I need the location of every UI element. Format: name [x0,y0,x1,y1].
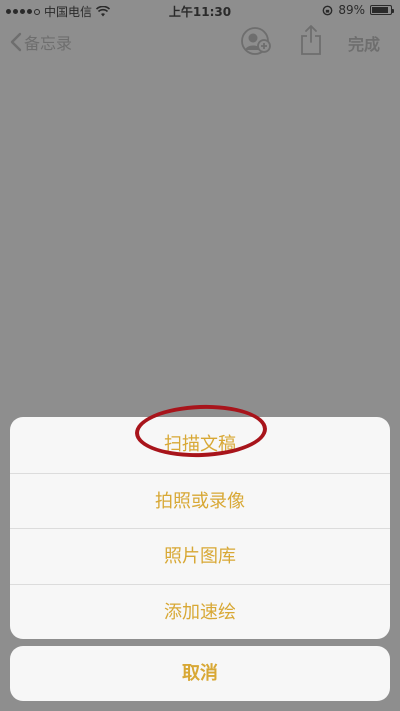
done-button[interactable]: 完成 [348,31,380,55]
photo-library-button[interactable]: 照片图库 [10,528,390,584]
add-sketch-button[interactable]: 添加速绘 [10,583,390,640]
back-button[interactable]: 备忘录 [10,30,72,54]
action-sheet: 扫描文稿 拍照或录像 照片图库 添加速绘 [10,417,390,639]
add-person-icon[interactable] [240,26,274,56]
status-right: 89% [322,3,394,17]
cancel-button[interactable]: 取消 [10,646,390,701]
scan-documents-button[interactable]: 扫描文稿 [10,417,390,473]
chevron-left-icon [10,32,22,52]
navigation-bar: 备忘录 完成 [0,20,400,64]
back-label: 备忘录 [24,34,73,53]
take-photo-or-video-button[interactable]: 拍照或录像 [10,472,390,529]
status-bar: 中国电信 上午11:30 89% [0,0,400,20]
share-icon[interactable] [300,24,322,56]
battery-fill [372,7,389,13]
battery-icon [370,5,394,15]
battery-percent: 89% [338,3,365,17]
rotation-lock-icon [322,5,333,15]
